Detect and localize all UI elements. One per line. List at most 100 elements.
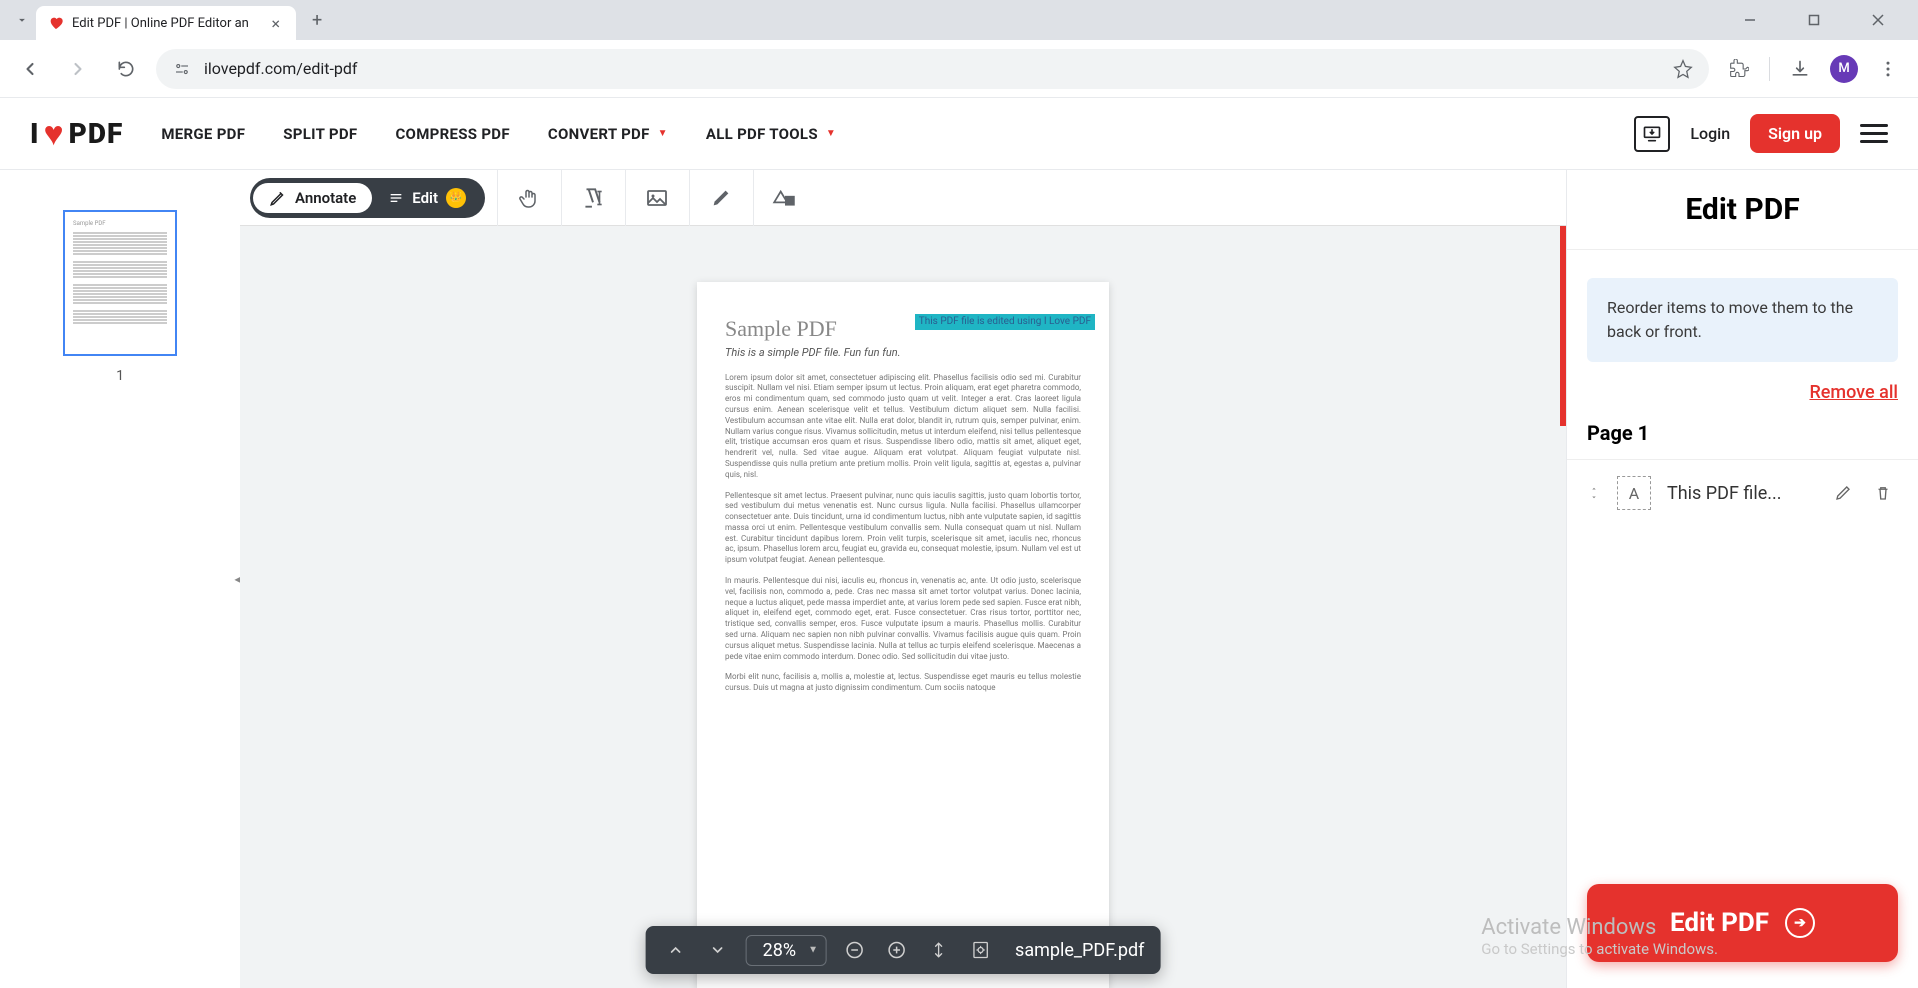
- edit-label: Edit: [412, 189, 438, 207]
- hamburger-menu-icon[interactable]: [1860, 124, 1888, 143]
- edit-pdf-cta-button[interactable]: Edit PDF ➔: [1587, 884, 1898, 962]
- page-settings-button[interactable]: [967, 936, 995, 964]
- edit-lines-icon: [388, 190, 404, 206]
- thumbnail-page-number: 1: [116, 368, 124, 384]
- pencil-icon: [269, 189, 287, 207]
- tab-search-dropdown[interactable]: [8, 6, 36, 34]
- delete-annotation-icon[interactable]: [1874, 484, 1898, 502]
- forward-button[interactable]: [60, 51, 96, 87]
- annotate-label: Annotate: [295, 189, 356, 207]
- nav-split[interactable]: SPLIT PDF: [283, 125, 357, 143]
- download-desktop-icon[interactable]: [1634, 116, 1670, 152]
- right-panel: Edit PDF Reorder items to move them to t…: [1566, 170, 1918, 988]
- image-tool-button[interactable]: [625, 170, 689, 226]
- annotate-mode-button[interactable]: Annotate: [253, 183, 372, 213]
- login-label: Login: [1690, 124, 1730, 143]
- nav-label: MERGE PDF: [161, 125, 245, 143]
- annotation-text: This PDF file...: [1667, 483, 1818, 504]
- pdf-page[interactable]: This PDF file is edited using I Love PDF…: [697, 282, 1109, 988]
- arrow-right-icon: ➔: [1785, 908, 1815, 938]
- browser-tab-strip: Edit PDF | Online PDF Editor an × +: [0, 0, 1918, 40]
- zoom-out-button[interactable]: [841, 936, 869, 964]
- minimize-icon[interactable]: [1730, 5, 1770, 35]
- remove-all-link[interactable]: Remove all: [1809, 382, 1898, 403]
- draw-tool-button[interactable]: [689, 170, 753, 226]
- viewer-bottom-bar: 28% ▼ sample_PDF.pdf: [646, 926, 1161, 974]
- avatar-initial: M: [1838, 61, 1849, 76]
- new-tab-button[interactable]: +: [312, 10, 322, 31]
- window-controls: [1730, 5, 1910, 35]
- pan-tool-button[interactable]: [497, 170, 561, 226]
- main-area: Sample PDF 1 ◀ Annotate Edit 👑: [0, 170, 1918, 988]
- logo-text-suffix: PDF: [69, 117, 124, 150]
- caret-down-icon: ▼: [826, 128, 836, 139]
- editor-toolbar: Annotate Edit 👑: [240, 170, 1566, 226]
- fit-height-button[interactable]: [925, 936, 953, 964]
- nav-label: COMPRESS PDF: [395, 125, 509, 143]
- signup-button[interactable]: Sign up: [1750, 114, 1840, 153]
- back-button[interactable]: [12, 51, 48, 87]
- nav-merge[interactable]: MERGE PDF: [161, 125, 245, 143]
- chevron-down-icon: ▼: [808, 945, 818, 956]
- nav-compress[interactable]: COMPRESS PDF: [395, 125, 509, 143]
- annotation-item[interactable]: A This PDF file...: [1567, 460, 1918, 526]
- edit-annotation-icon[interactable]: [1834, 484, 1858, 502]
- doc-paragraph: Lorem ipsum dolor sit amet, consectetuer…: [725, 373, 1081, 481]
- page-viewport[interactable]: This PDF file is edited using I Love PDF…: [240, 226, 1566, 988]
- shapes-tool-button[interactable]: [753, 170, 817, 226]
- panel-title: Edit PDF: [1567, 170, 1918, 250]
- highlighted-annotation[interactable]: This PDF file is edited using I Love PDF: [915, 314, 1095, 330]
- caret-down-icon: ▼: [658, 128, 668, 139]
- heart-icon: [48, 15, 64, 31]
- glyph: A: [1629, 484, 1639, 503]
- prev-page-button[interactable]: [662, 936, 690, 964]
- maximize-icon[interactable]: [1794, 5, 1834, 35]
- nav-all-tools[interactable]: ALL PDF TOOLS ▼: [706, 125, 836, 143]
- cta-label: Edit PDF: [1670, 908, 1769, 938]
- logo[interactable]: I ♥ PDF: [30, 114, 123, 154]
- doc-paragraph: In mauris. Pellentesque dui nisi, iaculi…: [725, 576, 1081, 662]
- browser-toolbar: ilovepdf.com/edit-pdf M: [0, 40, 1918, 98]
- zoom-value: 28%: [763, 940, 796, 961]
- bookmark-icon[interactable]: [1673, 59, 1693, 79]
- nav-convert[interactable]: CONVERT PDF ▼: [548, 125, 668, 143]
- url-text: ilovepdf.com/edit-pdf: [204, 59, 1661, 78]
- zoom-level-select[interactable]: 28% ▼: [746, 935, 827, 966]
- nav-label: SPLIT PDF: [283, 125, 357, 143]
- premium-crown-icon: 👑: [446, 188, 466, 208]
- separator: [1769, 57, 1770, 81]
- edit-mode-button[interactable]: Edit 👑: [372, 182, 482, 214]
- window-close-icon[interactable]: [1858, 5, 1898, 35]
- reload-button[interactable]: [108, 51, 144, 87]
- site-settings-icon[interactable]: [172, 59, 192, 79]
- extensions-icon[interactable]: [1721, 51, 1757, 87]
- downloads-icon[interactable]: [1782, 51, 1818, 87]
- logo-text-prefix: I: [30, 117, 39, 150]
- filename-label: sample_PDF.pdf: [1015, 940, 1144, 961]
- profile-avatar[interactable]: M: [1830, 55, 1858, 83]
- editor-canvas: Annotate Edit 👑 This PDF file is edited …: [240, 170, 1566, 988]
- browser-tab[interactable]: Edit PDF | Online PDF Editor an ×: [36, 6, 296, 40]
- page-thumbnail[interactable]: Sample PDF: [63, 210, 177, 356]
- page-section-label: Page 1: [1567, 413, 1918, 460]
- close-icon[interactable]: ×: [267, 14, 284, 33]
- mode-switcher: Annotate Edit 👑: [250, 178, 485, 218]
- heart-icon: ♥: [43, 114, 64, 154]
- address-bar[interactable]: ilovepdf.com/edit-pdf: [156, 49, 1709, 89]
- doc-paragraph: Pellentesque sit amet lectus. Praesent p…: [725, 491, 1081, 567]
- kebab-menu-icon[interactable]: [1870, 51, 1906, 87]
- remove-all-container: Remove all: [1567, 382, 1918, 413]
- next-page-button[interactable]: [704, 936, 732, 964]
- tab-title: Edit PDF | Online PDF Editor an: [72, 16, 259, 31]
- login-link[interactable]: Login: [1690, 124, 1730, 143]
- text-tool-button[interactable]: [561, 170, 625, 226]
- zoom-in-button[interactable]: [883, 936, 911, 964]
- site-header: I ♥ PDF MERGE PDF SPLIT PDF COMPRESS PDF…: [0, 98, 1918, 170]
- thumbnail-panel: Sample PDF 1: [0, 170, 240, 988]
- signup-label: Sign up: [1768, 124, 1822, 143]
- doc-subtitle: This is a simple PDF file. Fun fun fun.: [725, 346, 1081, 361]
- nav-label: ALL PDF TOOLS: [706, 125, 818, 143]
- info-banner: Reorder items to move them to the back o…: [1587, 278, 1898, 362]
- nav-label: CONVERT PDF: [548, 125, 650, 143]
- drag-handle-icon[interactable]: [1587, 483, 1601, 503]
